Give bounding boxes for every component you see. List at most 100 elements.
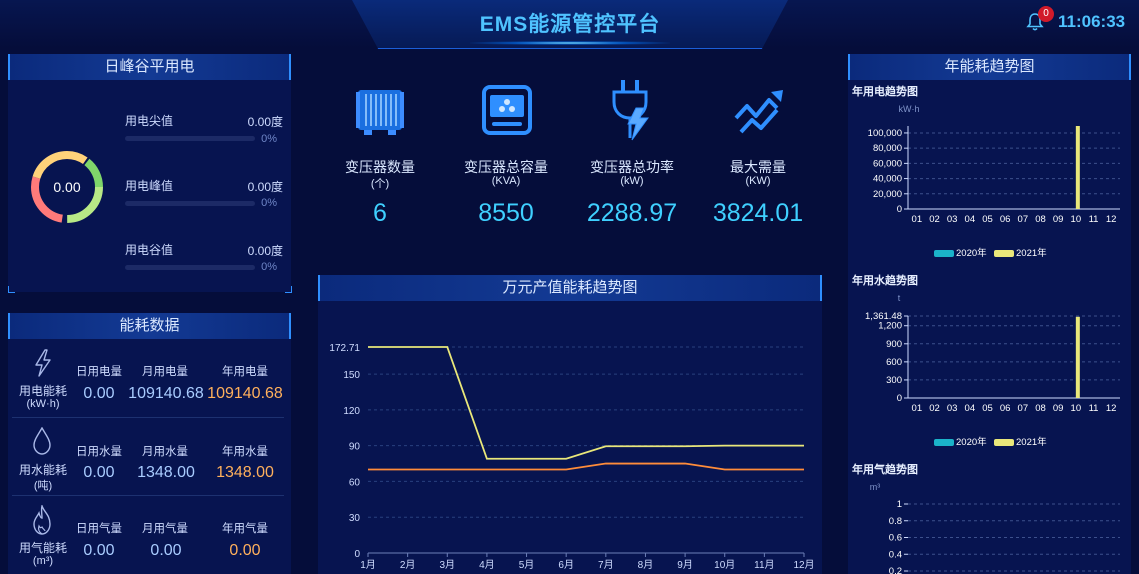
y-tick-label: 150 [343, 370, 360, 381]
series-line-0 [368, 346, 804, 460]
legend-swatch [994, 250, 1014, 257]
x-tick-label: 5月 [519, 559, 535, 571]
stat-unit-max-demand: (KW) [745, 175, 771, 187]
energy-daily-value: 0.00 [83, 385, 115, 402]
energy-col-head: 月用电量 [142, 366, 188, 378]
energy-daily-value: 0.00 [83, 542, 115, 559]
peak-valley-title: 日峰谷平用电 [8, 54, 291, 80]
energy-row-unit: (吨) [33, 480, 53, 492]
stat-value-total-capacity: 8550 [478, 199, 534, 227]
energy-row-unit: (m³) [32, 555, 54, 567]
water-bar-chart: t 0 300 600 900 1,2001,361.48 01 02 03 04 05 06 07 08… [865, 293, 1120, 448]
y-tick-label: 0 [897, 393, 902, 404]
y-tick-label: 1,200 [878, 321, 902, 332]
energy-col-head: 月用气量 [142, 523, 188, 535]
capacity-icon [482, 85, 532, 135]
x-tick-label: 04 [965, 403, 976, 414]
peak-row-value: 0.00度 [247, 180, 283, 194]
x-tick-label: 09 [1053, 403, 1064, 414]
peak-row-label: 用电尖值 [125, 114, 174, 128]
x-tick-label: 02 [929, 214, 940, 225]
transformer-icon [356, 90, 404, 135]
peak-row-bar [125, 265, 255, 270]
x-tick-label: 06 [1000, 214, 1011, 225]
legend-swatch [934, 250, 954, 257]
peak-row-bar [125, 136, 255, 141]
peak-row-value: 0.00度 [247, 244, 283, 258]
x-tick-label: 7月 [598, 559, 614, 571]
x-tick-label: 4月 [479, 559, 495, 571]
y-tick-label: 0 [897, 204, 902, 215]
energy-monthly-value: 109140.68 [128, 385, 204, 402]
x-tick-label: 12 [1106, 403, 1117, 414]
y-tick-label: 900 [886, 339, 902, 350]
bar-1 [1075, 126, 1080, 209]
x-tick-label: 04 [965, 214, 976, 225]
trend-icon [734, 90, 783, 134]
energy-row-name: 用气能耗 [18, 541, 67, 555]
x-tick-label: 3月 [439, 559, 455, 571]
x-tick-label: 10 [1071, 214, 1082, 225]
y-unit-label: m³ [870, 482, 881, 492]
x-tick-label: 9月 [677, 559, 693, 571]
notification-badge[interactable]: 0 [1038, 6, 1054, 22]
x-tick-label: 11月 [754, 559, 774, 571]
x-tick-label: 12 [1106, 214, 1117, 225]
legend-label: 2021年 [1016, 247, 1047, 259]
peak-row-percent: 0% [261, 261, 277, 273]
stat-label-max-demand: 最大需量 [730, 159, 786, 175]
x-tick-label: 8月 [638, 559, 654, 571]
y-tick-label: 1,361.48 [865, 311, 902, 322]
bar-1 [1075, 316, 1080, 398]
y-tick-label: 40,000 [873, 174, 902, 185]
clock: 11:06:33 [1058, 12, 1126, 31]
gas-bar-chart: m³ 0.2 0.4 0.6 0.8 1 [870, 482, 1120, 574]
energy-col-head: 日用气量 [76, 523, 122, 535]
water-drop-icon [33, 427, 51, 455]
page-title: EMS能源管控平台 [479, 13, 661, 36]
y-tick-label: 60,000 [873, 158, 902, 169]
stat-unit-total-power: (kW) [620, 175, 644, 187]
stat-value-total-power: 2288.97 [586, 199, 678, 227]
title-glow [470, 41, 670, 45]
x-tick-label: 02 [929, 403, 940, 414]
peak-row-value: 0.00度 [247, 115, 283, 129]
stat-label-transformer-count: 变压器数量 [345, 159, 415, 175]
panel-corner [8, 286, 15, 293]
energy-daily-value: 0.00 [83, 464, 115, 481]
x-tick-label: 07 [1018, 214, 1029, 225]
x-tick-label: 09 [1053, 214, 1064, 225]
plug-icon [612, 80, 649, 141]
x-tick-label: 11 [1089, 403, 1099, 414]
x-tick-label: 01 [912, 214, 923, 225]
energy-col-head: 年用水量 [222, 446, 268, 458]
y-tick-label: 1 [897, 499, 902, 510]
y-tick-label: 600 [886, 357, 902, 368]
legend-label: 2020年 [956, 436, 987, 448]
peak-row-label: 用电峰值 [125, 179, 174, 193]
legend-label: 2020年 [956, 247, 987, 259]
x-tick-label: 03 [947, 403, 958, 414]
lightning-icon [35, 349, 51, 377]
x-tick-label: 12月 [793, 559, 814, 571]
energy-row-unit: (kW·h) [26, 398, 60, 410]
energy-col-head: 月用水量 [142, 446, 188, 458]
y-tick-label: 20,000 [873, 189, 902, 200]
peak-row-percent: 0% [261, 197, 277, 209]
series-line-1 [368, 462, 804, 471]
x-tick-label: 06 [1000, 403, 1011, 414]
energy-yearly-value: 1348.00 [216, 464, 274, 481]
output-energy-title: 万元产值能耗趋势图 [318, 275, 822, 301]
panel-corner [285, 286, 292, 293]
x-tick-label: 05 [982, 403, 993, 414]
x-tick-label: 03 [947, 214, 958, 225]
yearly-trend-title: 年能耗趋势图 [848, 54, 1131, 80]
x-tick-label: 6月 [558, 559, 574, 571]
energy-yearly-value: 0.00 [229, 542, 261, 559]
row-divider [12, 417, 284, 418]
x-tick-label: 01 [912, 403, 923, 414]
x-tick-label: 10月 [714, 559, 735, 571]
donut-value: 0.00 [53, 179, 80, 195]
y-tick-label: 120 [343, 406, 360, 417]
x-tick-label: 11 [1089, 214, 1099, 225]
